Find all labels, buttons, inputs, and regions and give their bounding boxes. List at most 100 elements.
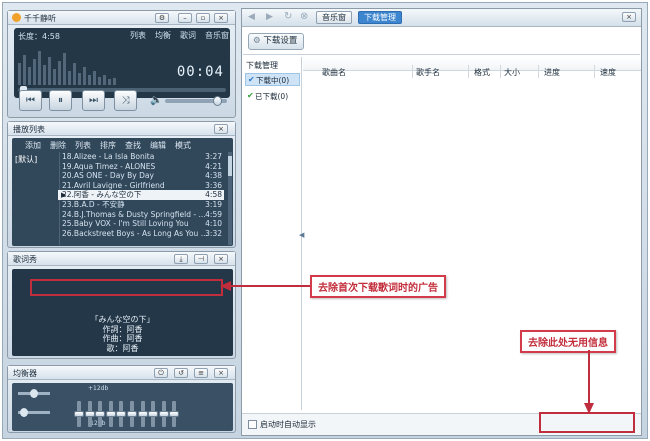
surround-handle[interactable] bbox=[20, 408, 28, 417]
spectrum-bars bbox=[18, 51, 116, 85]
eq-close-button[interactable]: × bbox=[214, 368, 228, 378]
minimize-button[interactable]: – bbox=[178, 13, 192, 23]
refresh-icon[interactable]: ↻ bbox=[284, 11, 292, 22]
eq-band-slider[interactable] bbox=[116, 401, 127, 427]
forward-arrow-icon[interactable]: ▶ bbox=[266, 12, 273, 22]
playlist-group[interactable]: [默认] bbox=[15, 154, 37, 165]
eq-power-icon[interactable]: ⏻ bbox=[154, 368, 168, 378]
tab-lyrics[interactable]: 歌词 bbox=[180, 30, 196, 41]
eq-band-handle[interactable] bbox=[105, 411, 116, 417]
track-row[interactable]: 26.Backstreet Boys - As Long As You ... 3… bbox=[58, 229, 224, 239]
lyrics-close-button[interactable]: × bbox=[214, 254, 228, 264]
col-artist[interactable]: 歌手名 bbox=[416, 67, 440, 78]
previous-button[interactable]: ⏮ bbox=[19, 90, 42, 111]
scrollbar-thumb[interactable] bbox=[228, 156, 232, 176]
shuffle-button[interactable]: ⤨ bbox=[114, 90, 137, 111]
close-button[interactable]: × bbox=[214, 13, 228, 23]
eq-band-handle[interactable] bbox=[169, 411, 180, 417]
track-row[interactable]: 23.B.A.D - 不安静 3:19 bbox=[58, 200, 224, 210]
stop-icon[interactable]: ⊗ bbox=[300, 11, 308, 22]
track-row[interactable]: 19.Aqua Timez - ALONES 4:21 bbox=[58, 162, 224, 172]
track-name: 20.AS ONE - Day By Day bbox=[62, 171, 154, 181]
volume-slider[interactable] bbox=[165, 96, 227, 106]
eq-band-handle[interactable] bbox=[116, 411, 127, 417]
next-button[interactable]: ⏭ bbox=[82, 90, 105, 111]
browser-close-button[interactable]: × bbox=[622, 12, 636, 22]
col-size[interactable]: 大小 bbox=[504, 67, 520, 78]
surround-slider[interactable] bbox=[18, 408, 50, 417]
col-progress[interactable]: 进度 bbox=[544, 67, 560, 78]
tab-download-manager[interactable]: 下载管理 bbox=[358, 11, 402, 24]
download-settings-label: 下载设置 bbox=[263, 36, 298, 46]
playing-indicator-icon: ▶ bbox=[61, 191, 67, 200]
back-arrow-icon[interactable]: ◀ bbox=[248, 12, 255, 22]
eq-band-handle[interactable] bbox=[158, 411, 169, 417]
tab-list[interactable]: 列表 bbox=[130, 30, 146, 41]
eq-band-slider[interactable] bbox=[148, 401, 159, 427]
eq-band-slider[interactable] bbox=[95, 401, 106, 427]
browser-toolbar: ◀ ▶ ↻ ⊗ 音乐窗 下载管理 × bbox=[242, 9, 641, 27]
track-row[interactable]: 20.AS ONE - Day By Day 4:38 bbox=[58, 171, 224, 181]
eq-band-slider[interactable] bbox=[74, 401, 84, 427]
track-duration: 3:36 bbox=[205, 180, 222, 190]
playlist-close-button[interactable]: × bbox=[214, 124, 228, 134]
equalizer-titlebar: 均衡器 ⏻ ↺ ≡ × bbox=[8, 366, 235, 380]
collapse-arrow-icon[interactable]: ◀ bbox=[299, 231, 304, 239]
menu-list[interactable]: 列表 bbox=[75, 140, 91, 151]
tab-music-window[interactable]: 音乐窗 bbox=[205, 30, 229, 41]
eq-band-slider[interactable] bbox=[84, 401, 95, 427]
menu-sort[interactable]: 排序 bbox=[100, 140, 116, 151]
track-row[interactable]: 18.Alizee - La Isla Bonita 3:27 bbox=[58, 152, 224, 162]
tab-equalizer[interactable]: 均衡 bbox=[155, 30, 171, 41]
eq-band-slider[interactable] bbox=[137, 401, 148, 427]
player-tabs: 列表 均衡 歌词 音乐窗 bbox=[130, 30, 229, 41]
playlist-title: 播放列表 bbox=[13, 125, 45, 134]
track-row[interactable]: 21.Avril Lavigne - Girlfriend 3:36 bbox=[58, 181, 224, 191]
eq-band-slider[interactable] bbox=[127, 401, 137, 427]
sidebar-item-downloading[interactable]: ✔ 下载中(0) bbox=[245, 73, 300, 86]
tab-music-window-btn[interactable]: 音乐窗 bbox=[316, 11, 352, 24]
lyrics-pin-icon[interactable]: ⊣ bbox=[194, 254, 208, 264]
col-format[interactable]: 格式 bbox=[474, 67, 490, 78]
track-row[interactable]: 24.B.J.Thomas & Dusty Springfield - ... 4… bbox=[58, 210, 224, 220]
col-song-name[interactable]: 歌曲名 bbox=[322, 67, 346, 78]
column-divider bbox=[468, 65, 469, 78]
menu-add[interactable]: 添加 bbox=[25, 140, 41, 151]
eq-band-slider[interactable] bbox=[169, 401, 180, 427]
time-display: 00:04 bbox=[176, 64, 224, 80]
eq-band-handle[interactable] bbox=[137, 411, 148, 417]
sidebar-item-label: 已下载(0) bbox=[255, 92, 289, 101]
download-settings-button[interactable]: ⚙ 下载设置 bbox=[248, 33, 305, 50]
mini-mode-button[interactable]: ▫ bbox=[196, 13, 210, 23]
sidebar-item-downloaded[interactable]: ✔ 已下载(0) bbox=[245, 90, 300, 103]
settings-gear-icon[interactable]: ⚙ bbox=[155, 13, 169, 23]
eq-band-handle[interactable] bbox=[148, 411, 159, 417]
eq-band-slider[interactable] bbox=[158, 401, 169, 427]
volume-handle[interactable] bbox=[212, 96, 222, 106]
col-speed[interactable]: 速度 bbox=[600, 67, 616, 78]
playlist-scrollbar[interactable] bbox=[228, 152, 232, 245]
menu-delete[interactable]: 删除 bbox=[50, 140, 66, 151]
menu-find[interactable]: 查找 bbox=[125, 140, 141, 151]
track-row-playing[interactable]: 22.阿香 - みんな空の下 4:58 bbox=[58, 190, 224, 201]
track-duration: 4:10 bbox=[205, 219, 222, 229]
menu-mode[interactable]: 模式 bbox=[175, 140, 191, 151]
lyrics-titlebar: 歌词秀 ⤓ ⊣ × bbox=[8, 252, 235, 266]
eq-reset-icon[interactable]: ↺ bbox=[174, 368, 188, 378]
autostart-checkbox[interactable] bbox=[248, 420, 257, 429]
eq-band-handle[interactable] bbox=[127, 411, 137, 417]
balance-handle[interactable] bbox=[30, 389, 38, 398]
eq-band-handle[interactable] bbox=[84, 411, 95, 417]
track-duration: 4:38 bbox=[205, 171, 222, 181]
lyric-line: 「みんな空の下」 bbox=[90, 315, 155, 324]
eq-band-handle[interactable] bbox=[74, 411, 84, 417]
track-row[interactable]: 25.Baby VOX - I'm Still Loving You 4:10 bbox=[58, 219, 224, 229]
menu-edit[interactable]: 编辑 bbox=[150, 140, 166, 151]
eq-menu-icon[interactable]: ≡ bbox=[194, 368, 208, 378]
lyrics-download-icon[interactable]: ⤓ bbox=[174, 254, 188, 264]
pause-button[interactable]: ⏸ bbox=[49, 90, 72, 111]
balance-slider[interactable] bbox=[18, 389, 50, 398]
annotation-arrow-down bbox=[584, 350, 594, 414]
eq-band-handle[interactable] bbox=[95, 411, 106, 417]
eq-band-slider[interactable] bbox=[105, 401, 116, 427]
